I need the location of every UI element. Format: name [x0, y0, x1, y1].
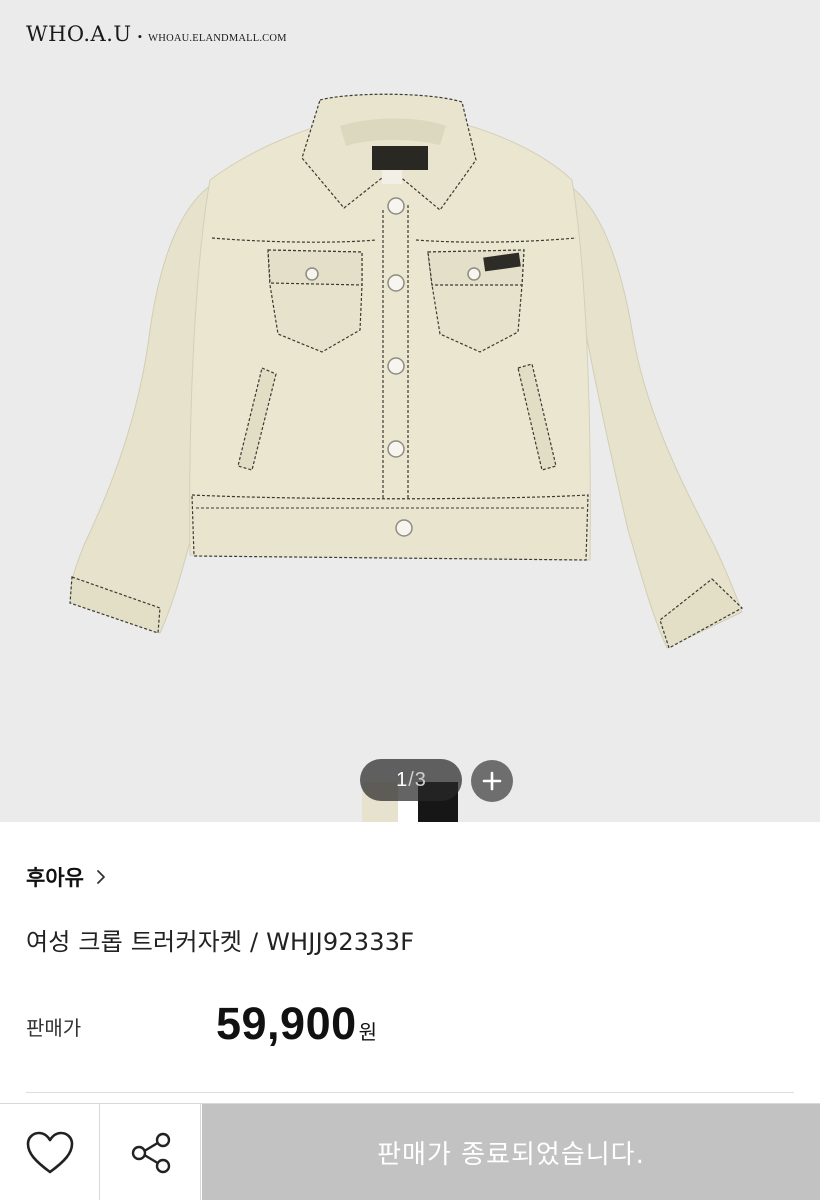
pager-current: 1: [396, 768, 408, 791]
brand-link[interactable]: 후아유: [26, 862, 106, 892]
sold-out-label: 판매가 종료되었습니다.: [377, 1140, 645, 1170]
heart-icon: [26, 1131, 73, 1173]
price: 59,900 원: [216, 998, 377, 1050]
image-pager: 1 / 3: [360, 759, 462, 801]
plus-icon: [482, 771, 502, 791]
product-image-area[interactable]: WHO.A.U • WHOAU.ELANDMALL.COM 1 / 3: [0, 0, 820, 822]
product-title: 여성 크롭 트러커자켓 / WHJJ92333F: [26, 928, 415, 956]
like-button[interactable]: [0, 1104, 100, 1200]
price-unit: 원: [358, 1020, 378, 1044]
brand-logo: WHO.A.U • WHOAU.ELANDMALL.COM: [26, 22, 287, 46]
share-icon: [131, 1132, 170, 1173]
price-value: 59,900: [216, 998, 357, 1049]
pager-total: 3: [414, 768, 426, 791]
bottom-action-bar: 판매가 종료되었습니다.: [0, 1103, 820, 1200]
zoom-button[interactable]: [471, 760, 513, 802]
sold-out-status-button: 판매가 종료되었습니다.: [202, 1104, 820, 1200]
logo-main-text: WHO.A.U: [26, 22, 132, 46]
price-label: 판매가: [26, 1016, 82, 1040]
chevron-right-icon: [97, 870, 105, 884]
logo-dot: •: [137, 29, 143, 44]
brand-name: 후아유: [26, 866, 84, 890]
divider: [26, 1092, 794, 1093]
pager-separator: /: [408, 768, 414, 791]
share-button[interactable]: [101, 1104, 201, 1200]
product-image-jacket: [69, 93, 744, 649]
logo-sub-text: WHOAU.ELANDMALL.COM: [148, 33, 287, 44]
